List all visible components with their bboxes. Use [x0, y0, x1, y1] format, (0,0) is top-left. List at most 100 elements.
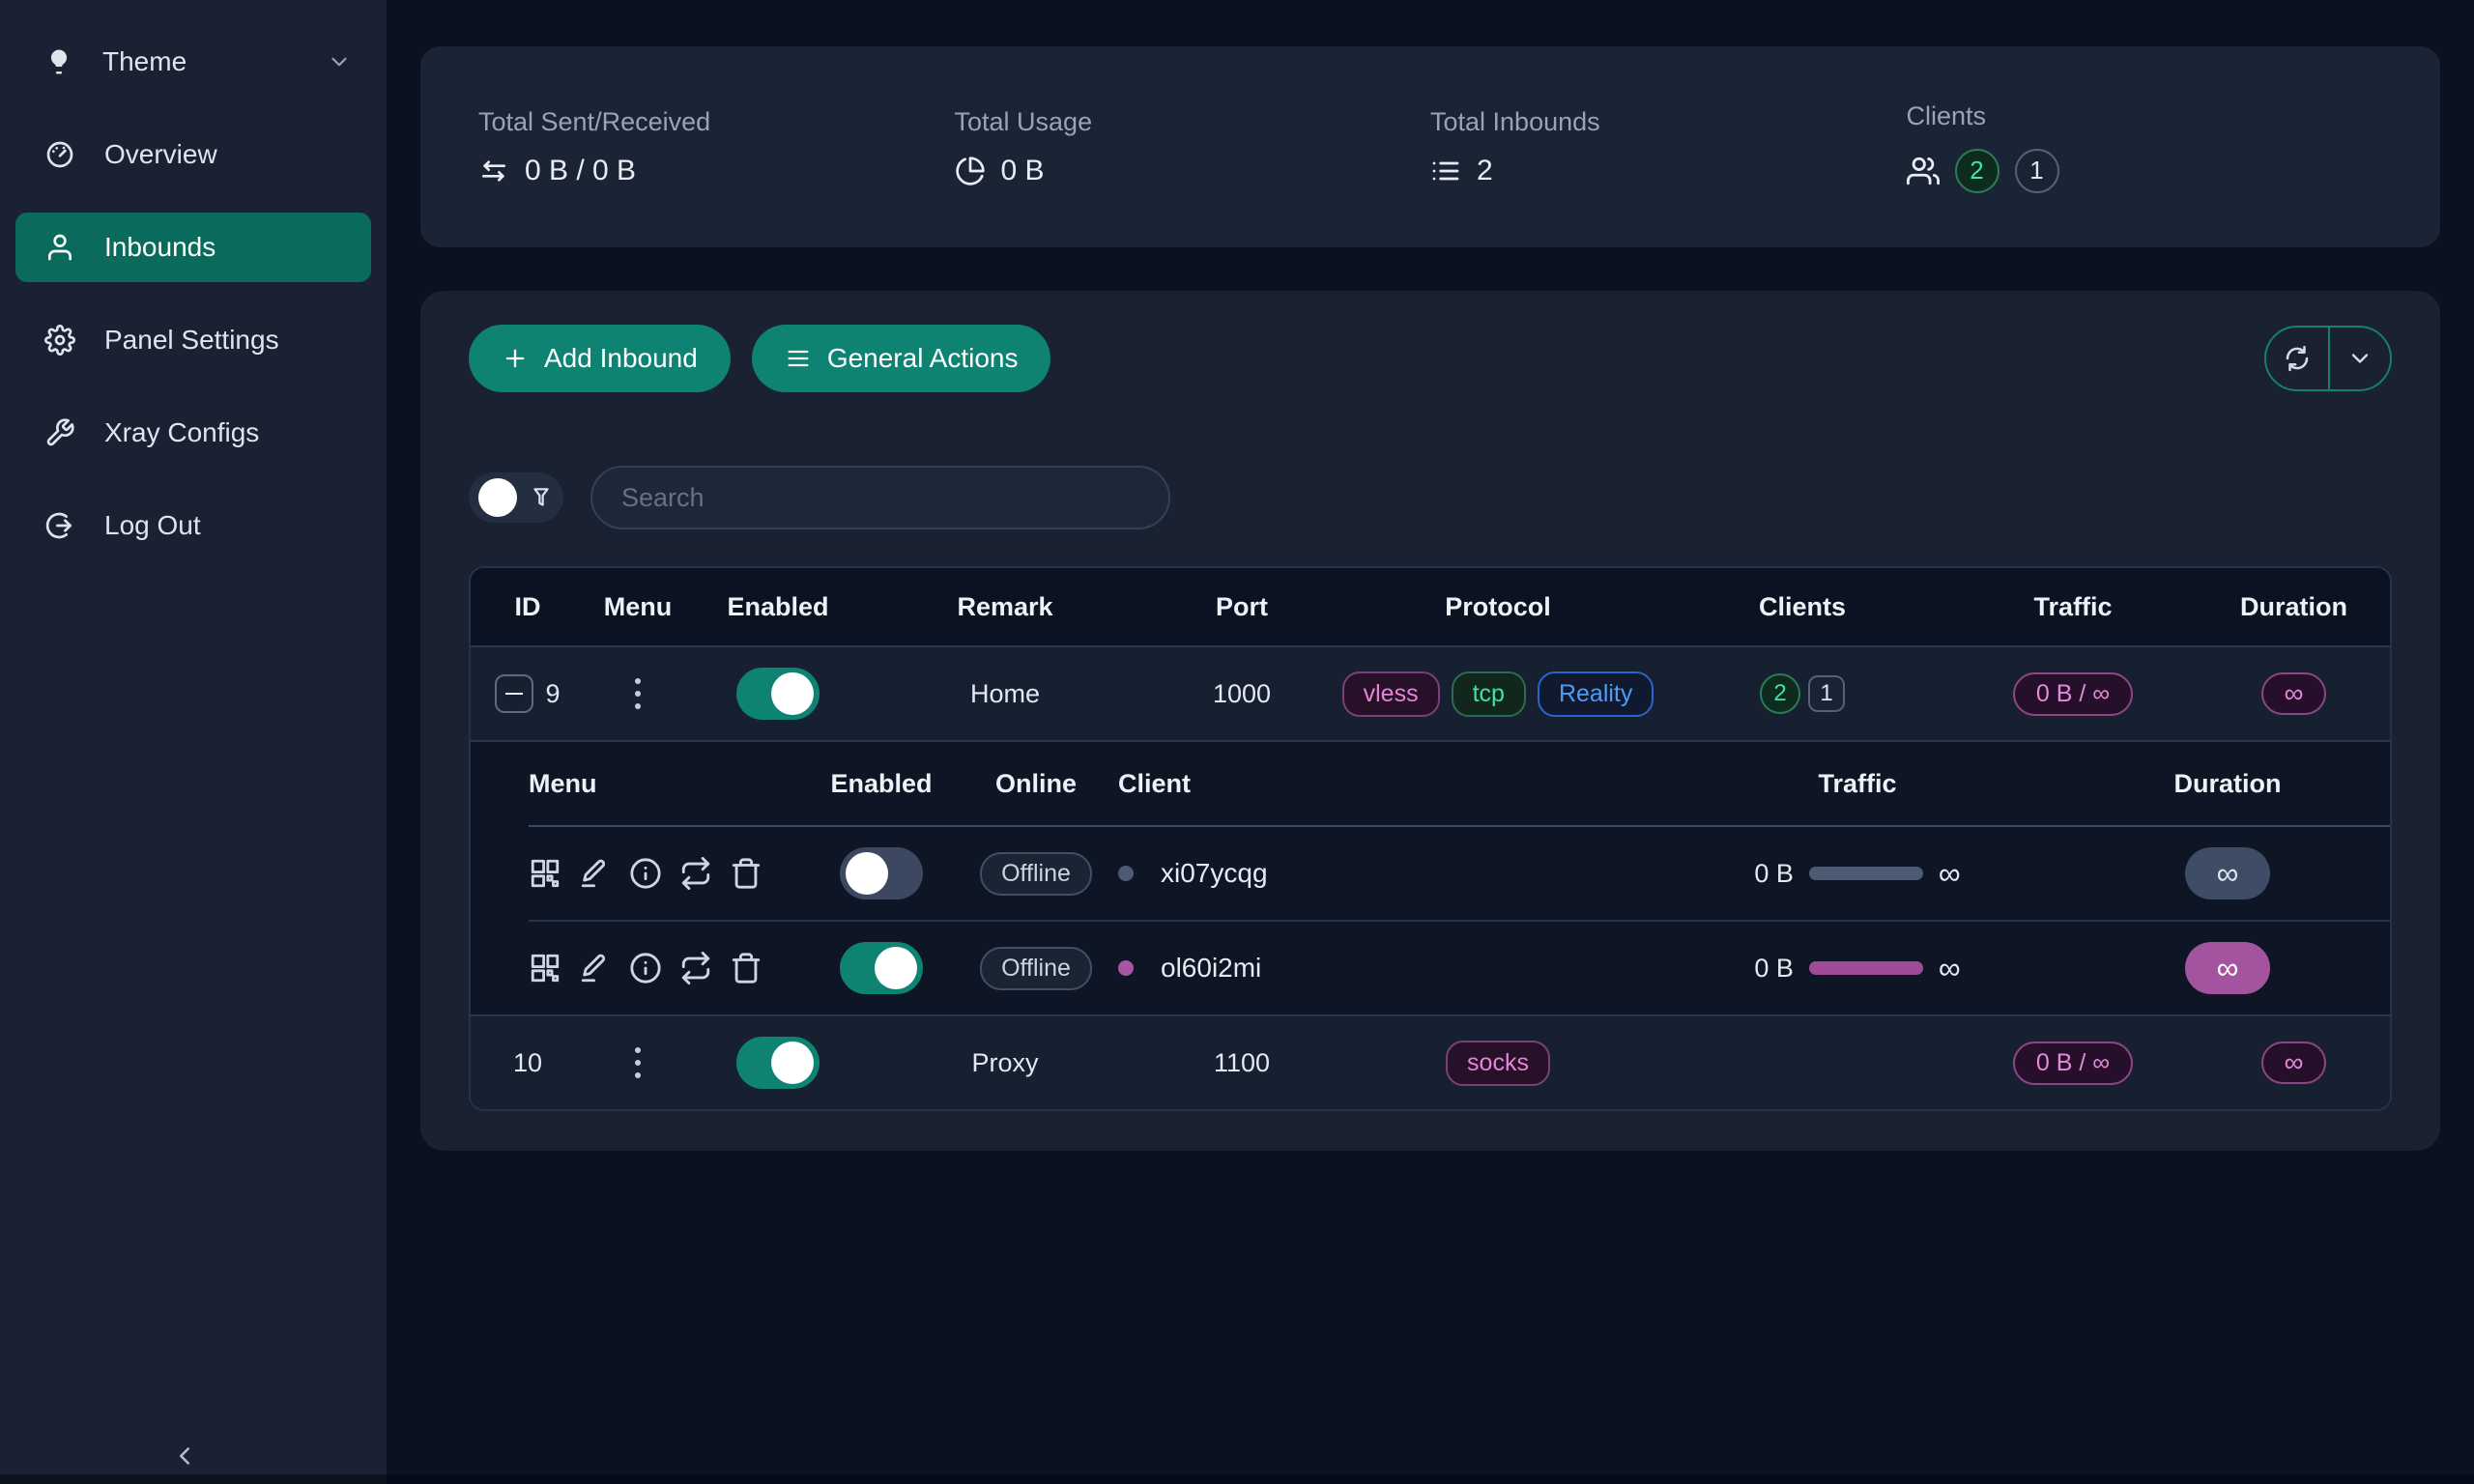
general-actions-label: General Actions	[827, 343, 1019, 374]
stat-clients: Clients 2 1	[1907, 101, 2383, 193]
sub-col-menu: Menu	[529, 742, 809, 825]
client-name: ol60i2mi	[1161, 953, 1261, 984]
collapse-row-button[interactable]	[495, 674, 533, 713]
trash-icon[interactable]	[730, 952, 762, 985]
client-row-xi07ycqg: Offline xi07ycqg 0 B ∞ ∞	[529, 827, 2390, 920]
sub-col-online: Online	[954, 742, 1118, 825]
kebab-menu-icon[interactable]	[629, 672, 647, 715]
sidebar-item-theme[interactable]: Theme	[15, 27, 371, 97]
search-input[interactable]	[590, 466, 1170, 529]
reset-traffic-icon[interactable]	[679, 857, 712, 890]
duration-badge: ∞	[2261, 1042, 2327, 1084]
filter-toggle[interactable]	[469, 472, 563, 523]
inbound-row-9[interactable]: 9 Home 1000 vless tcp Reality	[471, 645, 2390, 740]
stat-total-sent-received: Total Sent/Received 0 B / 0 B	[478, 107, 955, 187]
col-header-menu: Menu	[585, 568, 691, 645]
sidebar-collapse-button[interactable]	[170, 1441, 199, 1470]
sidebar-item-label: Panel Settings	[104, 325, 279, 356]
stats-card: Total Sent/Received 0 B / 0 B Total Usag…	[420, 46, 2440, 247]
sub-col-client: Client	[1118, 742, 1650, 825]
refresh-icon	[2283, 344, 2312, 373]
traffic-badge: 0 B / ∞	[2013, 672, 2133, 716]
sidebar-item-inbounds[interactable]: Inbounds	[15, 213, 371, 282]
sidebar-item-overview[interactable]: Overview	[15, 120, 371, 189]
kebab-menu-icon[interactable]	[629, 1042, 647, 1084]
col-header-clients: Clients	[1657, 568, 1947, 645]
logout-icon	[44, 510, 75, 541]
inbound-row-10[interactable]: 10 Proxy 1100 socks 0 B / ∞	[471, 1014, 2390, 1109]
sub-col-duration: Duration	[2065, 742, 2390, 825]
inbound-port: 1100	[1145, 1016, 1338, 1109]
client-count-badge: 1	[1808, 675, 1845, 712]
sidebar-item-label: Theme	[102, 46, 187, 77]
info-icon[interactable]	[629, 857, 662, 890]
clients-deactive-count-badge: 1	[2015, 149, 2059, 193]
refresh-button[interactable]	[2266, 328, 2328, 389]
inbounds-table: ID Menu Enabled Remark Port Protocol Cli…	[469, 566, 2392, 1111]
gear-icon	[44, 325, 75, 356]
stat-label: Clients	[1907, 101, 2383, 131]
inbound-clients-empty	[1657, 1016, 1947, 1109]
general-actions-button[interactable]: General Actions	[752, 325, 1051, 392]
list-icon	[1430, 156, 1461, 186]
stat-total-usage: Total Usage 0 B	[955, 107, 1431, 187]
traffic-limit: ∞	[1939, 953, 1961, 984]
info-icon[interactable]	[629, 952, 662, 985]
users-icon	[1907, 155, 1940, 187]
table-header-row: ID Menu Enabled Remark Port Protocol Cli…	[471, 568, 2390, 645]
qr-code-icon[interactable]	[529, 857, 561, 890]
edit-icon[interactable]	[579, 952, 612, 985]
reset-traffic-icon[interactable]	[679, 952, 712, 985]
online-status-badge: Offline	[980, 947, 1092, 990]
client-duration-badge: ∞	[2185, 942, 2270, 994]
sidebar-item-label: Inbounds	[104, 232, 216, 263]
refresh-split-button	[2264, 326, 2392, 391]
pie-chart-icon	[955, 156, 986, 186]
qr-code-icon[interactable]	[529, 952, 561, 985]
col-header-remark: Remark	[865, 568, 1145, 645]
col-header-enabled: Enabled	[691, 568, 865, 645]
stat-total-inbounds: Total Inbounds 2	[1430, 107, 1907, 187]
clients-active-count-badge: 2	[1955, 149, 1999, 193]
sidebar-item-panel-settings[interactable]: Panel Settings	[15, 305, 371, 375]
client-enabled-toggle[interactable]	[840, 847, 923, 899]
inbound-remark: Proxy	[865, 1016, 1145, 1109]
transport-badge: tcp	[1452, 671, 1526, 717]
client-row-ol60i2mi: Offline ol60i2mi 0 B ∞ ∞	[529, 920, 2390, 1014]
toolbar: Add Inbound General Actions	[469, 325, 2392, 392]
col-header-id: ID	[471, 568, 585, 645]
edit-icon[interactable]	[579, 857, 612, 890]
col-header-protocol: Protocol	[1338, 568, 1657, 645]
gauge-icon	[44, 139, 75, 170]
search-row	[469, 466, 2392, 529]
sub-col-enabled: Enabled	[809, 742, 954, 825]
sidebar-item-log-out[interactable]: Log Out	[15, 491, 371, 560]
client-enabled-toggle[interactable]	[840, 942, 923, 994]
bulb-icon	[44, 47, 73, 76]
col-header-traffic: Traffic	[1947, 568, 2199, 645]
protocol-badge: socks	[1446, 1041, 1550, 1086]
client-color-dot	[1118, 866, 1134, 881]
col-header-duration: Duration	[2199, 568, 2389, 645]
sidebar-item-xray-configs[interactable]: Xray Configs	[15, 398, 371, 468]
inbound-enabled-toggle[interactable]	[736, 668, 820, 720]
sidebar: Theme Overview Inbounds	[0, 0, 387, 1484]
add-inbound-label: Add Inbound	[544, 343, 698, 374]
main-content: Total Sent/Received 0 B / 0 B Total Usag…	[387, 0, 2474, 1484]
add-inbound-button[interactable]: Add Inbound	[469, 325, 731, 392]
refresh-options-button[interactable]	[2328, 328, 2390, 389]
inbound-enabled-toggle[interactable]	[736, 1037, 820, 1089]
client-name: xi07ycqg	[1161, 858, 1268, 889]
filter-icon	[529, 485, 554, 510]
window-bottom-edge	[0, 1474, 2474, 1484]
traffic-limit: ∞	[1939, 858, 1961, 889]
security-badge: Reality	[1538, 671, 1654, 717]
traffic-badge: 0 B / ∞	[2013, 1042, 2133, 1085]
stat-value: 0 B	[1001, 155, 1045, 187]
trash-icon[interactable]	[730, 857, 762, 890]
hamburger-icon	[785, 345, 812, 372]
client-duration-badge: ∞	[2185, 847, 2270, 899]
protocol-badge: vless	[1342, 671, 1440, 717]
sidebar-item-label: Overview	[104, 139, 217, 170]
client-traffic-used: 0 B	[1754, 954, 1794, 984]
